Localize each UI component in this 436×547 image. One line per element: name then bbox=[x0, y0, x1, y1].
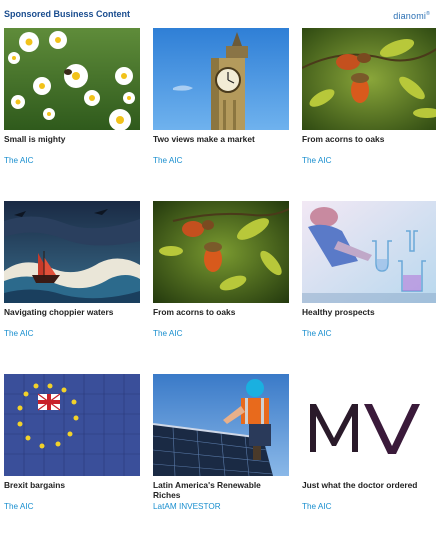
card-source[interactable]: The AIC bbox=[4, 329, 140, 338]
sponsored-content-grid: Small is mighty The AIC Two views make a… bbox=[4, 28, 436, 547]
eu-flag-puzzle-photo[interactable] bbox=[4, 374, 140, 476]
mv-logo[interactable] bbox=[302, 374, 436, 476]
card-title[interactable]: Just what the doctor ordered bbox=[302, 480, 436, 500]
solar-panel-worker-photo[interactable] bbox=[153, 374, 289, 476]
content-card[interactable]: Latin America's Renewable Riches LatAM I… bbox=[153, 374, 289, 547]
card-title[interactable]: Latin America's Renewable Riches bbox=[153, 480, 289, 500]
big-ben-photo[interactable] bbox=[153, 28, 289, 130]
card-title[interactable]: Healthy prospects bbox=[302, 307, 436, 327]
acorns-photo[interactable] bbox=[153, 201, 289, 303]
content-card[interactable]: Two views make a market The AIC bbox=[153, 28, 289, 201]
card-source[interactable]: The AIC bbox=[302, 502, 436, 511]
brand-name: dianomi bbox=[393, 11, 427, 21]
card-title[interactable]: From acorns to oaks bbox=[302, 134, 436, 154]
acorns-photo[interactable] bbox=[302, 28, 436, 130]
laboratory-photo[interactable] bbox=[302, 201, 436, 303]
content-card[interactable]: Brexit bargains The AIC bbox=[4, 374, 140, 547]
card-source[interactable]: The AIC bbox=[153, 329, 289, 338]
card-title[interactable]: Navigating choppier waters bbox=[4, 307, 140, 327]
content-card[interactable]: Just what the doctor ordered The AIC bbox=[302, 374, 436, 547]
card-source[interactable]: The AIC bbox=[302, 329, 436, 338]
card-source[interactable]: The AIC bbox=[4, 156, 140, 165]
content-card[interactable]: From acorns to oaks The AIC bbox=[153, 201, 289, 374]
card-source[interactable]: The AIC bbox=[4, 502, 140, 511]
ship-in-storm-illustration[interactable] bbox=[4, 201, 140, 303]
card-title[interactable]: Two views make a market bbox=[153, 134, 289, 154]
card-source[interactable]: The AIC bbox=[153, 156, 289, 165]
card-title[interactable]: From acorns to oaks bbox=[153, 307, 289, 327]
brand-mark: ® bbox=[426, 11, 430, 17]
card-source[interactable]: The AIC bbox=[302, 156, 436, 165]
card-title[interactable]: Small is mighty bbox=[4, 134, 140, 154]
section-title: Sponsored Business Content bbox=[4, 9, 131, 19]
content-card[interactable]: From acorns to oaks The AIC bbox=[302, 28, 436, 201]
card-title[interactable]: Brexit bargains bbox=[4, 480, 140, 500]
daisies-photo[interactable] bbox=[4, 28, 140, 130]
content-card[interactable]: Healthy prospects The AIC bbox=[302, 201, 436, 374]
dianomi-logo[interactable]: dianomi® bbox=[393, 11, 430, 21]
card-source[interactable]: LatAM INVESTOR bbox=[153, 502, 289, 511]
content-card[interactable]: Navigating choppier waters The AIC bbox=[4, 201, 140, 374]
content-card[interactable]: Small is mighty The AIC bbox=[4, 28, 140, 201]
